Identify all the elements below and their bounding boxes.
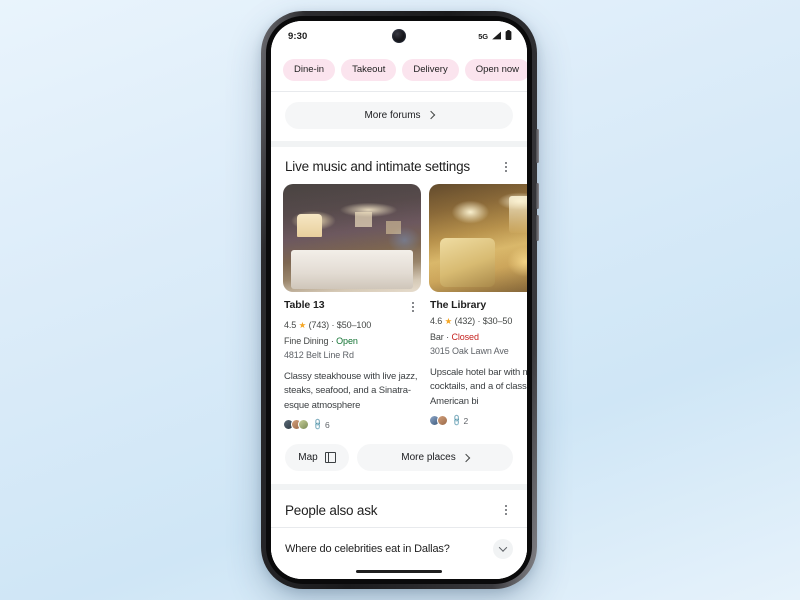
place-rating: 4.6 [430,315,443,326]
status-indicators: 5G [478,27,512,45]
source-link-count[interactable]: 🔗 6 [311,417,330,430]
places-carousel[interactable]: Table 13 4.5 ★ (743) · $50–100 Fine Dini… [271,183,527,430]
filter-chip-delivery[interactable]: Delivery [402,59,459,81]
front-camera-punch-hole-icon [392,29,406,43]
place-category: Bar [430,331,444,342]
filter-chip-open-now[interactable]: Open now [464,59,527,81]
more-places-label: More places [401,452,456,463]
place-review-count: (743) [308,319,330,330]
place-rating: 4.5 [284,319,297,330]
people-also-ask-title: People also ask [285,502,378,518]
place-rating-row: 4.6 ★ (432) · $30–50 [430,316,527,327]
volume-down-button[interactable] [536,215,539,241]
phone-screen: 9:30 5G Dine-in Takeout Delivery Open no… [271,21,527,579]
place-name-row: The Library [430,299,527,311]
place-open-status: Open [336,335,358,346]
people-also-ask-question-item[interactable]: Where do celebrities eat in Dallas? [271,528,527,571]
search-results-scroll-area[interactable]: Dine-in Takeout Delivery Open now More f… [271,51,527,579]
place-category-row: Bar · Closed [430,332,527,342]
place-name[interactable]: The Library [430,299,486,311]
meta-separator: · [330,335,334,346]
filter-chip-takeout[interactable]: Takeout [341,59,397,81]
place-address: 3015 Oak Lawn Ave [430,345,509,356]
place-address: 4812 Belt Line Rd [284,349,354,360]
place-card[interactable]: The Library 4.6 ★ (432) · $30–50 Bar · C… [429,183,527,430]
star-icon: ★ [298,319,307,330]
status-time: 9:30 [288,30,308,42]
filter-chip-row[interactable]: Dine-in Takeout Delivery Open now [271,51,527,91]
place-photo[interactable] [429,183,527,292]
status-bar: 9:30 5G [271,21,527,51]
map-button[interactable]: Map [285,444,349,471]
question-text: Where do celebrities eat in Dallas? [285,543,450,555]
chevron-right-icon [426,110,435,120]
places-section-header: Live music and intimate settings [271,146,527,184]
filter-chip-dine-in[interactable]: Dine-in [283,59,336,81]
avatar-group [283,419,309,430]
forums-section: More forums [271,91,527,141]
meta-separator: · [477,315,481,326]
place-closed-status: Closed [451,331,479,342]
source-link-count[interactable]: 🔗 2 [449,413,469,428]
place-kebab-menu-icon[interactable] [406,299,420,315]
place-name-row: Table 13 [284,299,420,315]
place-category-row: Fine Dining · Open [284,336,420,346]
link-count-value: 2 [463,415,469,426]
more-places-button[interactable]: More places [357,444,513,471]
people-also-ask-kebab-menu-icon[interactable] [499,502,513,518]
link-count-value: 6 [324,419,330,430]
place-info: Table 13 4.5 ★ (743) · $50–100 Fine Dini… [283,292,421,360]
network-type-label: 5G [478,31,488,41]
place-info: The Library 4.6 ★ (432) · $30–50 Bar · C… [429,292,527,356]
place-rating-row: 4.5 ★ (743) · $50–100 [284,320,420,331]
phone-device-frame: 9:30 5G Dine-in Takeout Delivery Open no… [261,11,539,589]
places-section-title: Live music and intimate settings [285,159,470,174]
link-icon: 🔗 [311,417,325,430]
map-icon [324,451,336,464]
place-photo[interactable] [283,183,421,292]
map-button-label: Map [298,452,318,463]
home-indicator[interactable] [356,570,442,573]
avatar [436,415,448,426]
place-price-range: $50–100 [336,319,372,330]
chevron-right-icon [461,453,470,462]
place-attribution-row[interactable]: 🔗 6 [283,413,421,430]
places-action-row: Map More places [271,430,527,484]
place-description: Upscale hotel bar with music, cocktails,… [430,366,527,407]
place-category: Fine Dining [284,335,329,346]
more-forums-label: More forums [364,109,421,121]
chevron-down-icon[interactable] [493,539,513,559]
volume-up-button[interactable] [536,183,539,209]
avatar-group [429,415,448,426]
place-attribution-row[interactable]: 🔗 2 [429,409,527,428]
people-also-ask-header: People also ask [271,490,527,527]
places-section-kebab-menu-icon[interactable] [499,159,513,175]
battery-icon [505,27,512,45]
meta-separator: · [446,331,450,342]
star-icon: ★ [444,315,453,326]
place-description: Classy steakhouse with live jazz, steaks… [284,370,418,411]
link-icon: 🔗 [449,413,464,428]
signal-bars-icon [491,27,502,45]
meta-separator: · [331,319,335,330]
avatar [298,419,309,430]
place-price-range: $30–50 [482,315,513,326]
place-card[interactable]: Table 13 4.5 ★ (743) · $50–100 Fine Dini… [283,183,421,430]
more-forums-button[interactable]: More forums [285,101,513,129]
place-review-count: (432) [454,315,476,326]
power-button[interactable] [536,129,539,163]
place-name[interactable]: Table 13 [284,299,325,311]
